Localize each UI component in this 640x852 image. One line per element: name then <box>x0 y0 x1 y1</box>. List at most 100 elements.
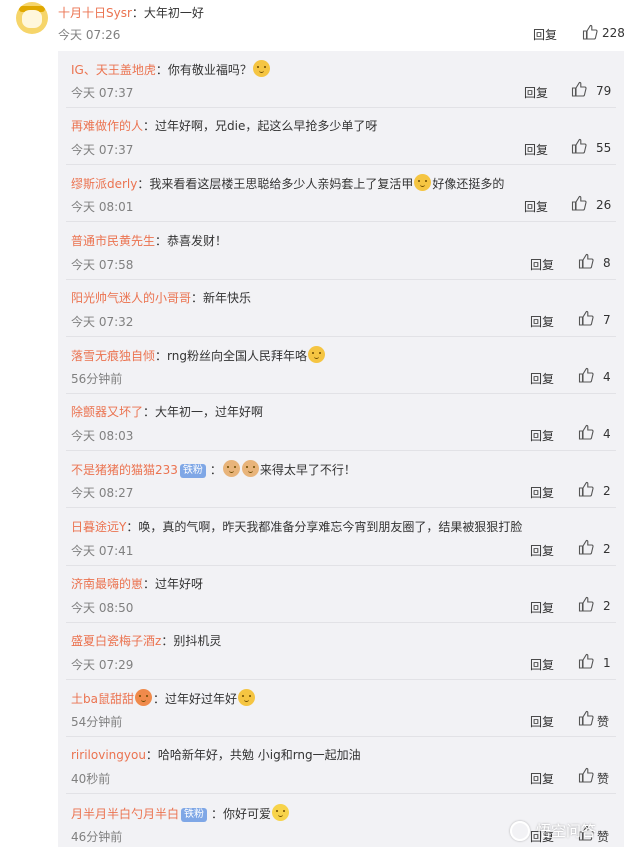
reply-text: ：过年好过年好 <box>152 692 237 706</box>
like-count: 赞 <box>597 715 610 729</box>
top-comment: 十月十日Sysr：大年初一好 今天 07:26 回复 228 <box>0 0 640 50</box>
reply-item: IG、天王盖地虎：你有敬业福吗？ 今天 07:37 回复 79 <box>58 51 624 108</box>
divider <box>66 793 616 794</box>
divider <box>66 221 616 222</box>
username-link[interactable]: 普通市民黄先生 <box>71 234 155 248</box>
reply-time: 今天 07:41 <box>71 544 134 558</box>
thumbs-up-icon[interactable] <box>578 481 594 497</box>
reply-line: 济南最嗨的崽：过年好呀 <box>71 575 203 592</box>
thumbs-up-icon[interactable] <box>578 653 594 669</box>
comment-time: 今天 07:26 <box>58 28 121 42</box>
username-link[interactable]: 缪斯派derly <box>71 177 137 191</box>
thumbs-up-icon[interactable] <box>582 24 598 40</box>
reply-text: ：rng粉丝向全国人民拜年咯 <box>155 349 307 363</box>
reply-item: 阳光帅气迷人的小哥哥：新年快乐 今天 07:32 回复 7 <box>58 280 624 337</box>
username-link[interactable]: ririlovingyou <box>71 748 146 762</box>
thumbs-up-icon[interactable] <box>571 81 587 97</box>
reply-button[interactable]: 回复 <box>530 656 554 673</box>
reply-text: ：你好可爱 <box>211 807 272 821</box>
reply-time: 今天 07:32 <box>71 315 134 329</box>
reply-button[interactable]: 回复 <box>530 256 554 273</box>
username-link[interactable]: 不是猪猪的猫猫233 <box>71 463 178 477</box>
reply-text: ：哈哈新年好，共勉 小ig和rng一起加油 <box>145 748 361 762</box>
reply-line: ririlovingyou：哈哈新年好，共勉 小ig和rng一起加油 <box>71 746 361 763</box>
reply-text: ：新年快乐 <box>191 291 252 305</box>
reply-time: 46分钟前 <box>71 830 123 844</box>
thumbs-up-icon[interactable] <box>578 539 594 555</box>
reply-line: 月半月半白勺月半白 铁粉 ：你好可爱 <box>71 804 290 822</box>
like-count: 26 <box>596 198 612 212</box>
reply-button[interactable]: 回复 <box>533 26 557 43</box>
like-count: 赞 <box>597 772 610 786</box>
top-comment-line: 十月十日Sysr：大年初一好 <box>58 4 204 21</box>
reply-button[interactable]: 回复 <box>530 484 554 501</box>
reply-button[interactable]: 回复 <box>530 427 554 444</box>
reply-button[interactable]: 回复 <box>530 713 554 730</box>
username-link[interactable]: 除颤器又坏了 <box>71 405 143 419</box>
like-count: 2 <box>603 599 611 613</box>
thumbs-up-icon[interactable] <box>578 767 594 783</box>
reply-item: 除颤器又坏了：大年初一，过年好啊 今天 08:03 回复 4 <box>58 394 624 451</box>
like-count: 8 <box>603 256 611 270</box>
thumbs-up-icon[interactable] <box>578 310 594 326</box>
reply-text: ：恭喜发财！ <box>155 234 228 248</box>
reply-line: 除颤器又坏了：大年初一，过年好啊 <box>71 403 263 420</box>
reply-button[interactable]: 回复 <box>524 198 548 215</box>
username-link[interactable]: 十月十日Sysr <box>58 6 132 20</box>
username-link[interactable]: 盛夏白瓷梅子酒z <box>71 634 161 648</box>
reply-text-continued: 好像还挺多的 <box>432 177 505 191</box>
reply-button[interactable]: 回复 <box>530 599 554 616</box>
username-link[interactable]: 土ba鼠甜甜 <box>71 692 134 706</box>
like-count: 55 <box>596 141 612 155</box>
watermark: 悟空问答 <box>510 816 640 847</box>
username-link[interactable]: 再难做作的人 <box>71 119 143 133</box>
reply-item: 再难做作的人：过年好啊，兄die，起这么早抢多少单了呀 今天 07:37 回复 55 <box>58 108 624 165</box>
reply-time: 今天 08:27 <box>71 486 134 500</box>
reply-time: 今天 08:03 <box>71 429 134 443</box>
thumbs-up-icon[interactable] <box>578 367 594 383</box>
reply-button[interactable]: 回复 <box>530 770 554 787</box>
username-link[interactable]: 日暮途远Y <box>71 520 126 534</box>
reply-item: ririlovingyou：哈哈新年好，共勉 小ig和rng一起加油 40秒前 回复… <box>58 737 624 794</box>
emoji-face-icon <box>238 689 255 706</box>
username-link[interactable]: 济南最嗨的崽 <box>71 577 143 591</box>
username-link[interactable]: 月半月半白勺月半白 <box>71 807 179 821</box>
reply-time: 54分钟前 <box>71 715 123 729</box>
emoji-blush-icon <box>272 804 290 821</box>
reply-text: ：过年好呀 <box>143 577 204 591</box>
thumbs-up-icon[interactable] <box>571 138 587 154</box>
reply-item: 落雪无痕独自倾：rng粉丝向全国人民拜年咯 56分钟前 回复 4 <box>58 337 624 394</box>
fan-badge: 铁粉 <box>179 464 206 478</box>
reply-button[interactable]: 回复 <box>530 542 554 559</box>
reply-time: 今天 07:37 <box>71 143 134 157</box>
reply-text-continued: 来得太早了不行！ <box>259 463 356 477</box>
username-link[interactable]: 落雪无痕独自倾 <box>71 349 155 363</box>
like-count: 2 <box>603 484 611 498</box>
reply-time: 今天 07:37 <box>71 86 134 100</box>
reply-line: 落雪无痕独自倾：rng粉丝向全国人民拜年咯 <box>71 346 326 364</box>
reply-line: 盛夏白瓷梅子酒z：别抖机灵 <box>71 632 221 649</box>
username-link[interactable]: IG、天王盖地虎 <box>71 63 156 77</box>
like-count: 1 <box>603 656 611 670</box>
reply-text: ：过年好啊，兄die，起这么早抢多少单了呀 <box>143 119 378 133</box>
reply-item: 缪斯派derly：我来看看这层楼王思聪给多少人亲妈套上了复活甲 好像还挺多的 今天 … <box>58 165 624 222</box>
like-count: 2 <box>603 542 611 556</box>
thumbs-up-icon[interactable] <box>578 253 594 269</box>
avatar[interactable] <box>16 2 48 34</box>
emoji-cat-icon <box>241 460 259 477</box>
reply-item: 济南最嗨的崽：过年好呀 今天 08:50 回复 2 <box>58 566 624 623</box>
thumbs-up-icon[interactable] <box>578 710 594 726</box>
emoji-face-icon <box>307 346 325 363</box>
reply-button[interactable]: 回复 <box>530 370 554 387</box>
thumbs-up-icon[interactable] <box>571 195 587 211</box>
reply-text: ：唤，真的气啊，昨天我都准备分享难忘今宵到朋友圈了，结果被狠狠打脸 <box>126 520 523 534</box>
like-count: 228 <box>602 26 625 40</box>
reply-button[interactable]: 回复 <box>524 84 548 101</box>
thumbs-up-icon[interactable] <box>578 596 594 612</box>
thumbs-up-icon[interactable] <box>578 424 594 440</box>
reply-button[interactable]: 回复 <box>524 141 548 158</box>
reply-line: IG、天王盖地虎：你有敬业福吗？ <box>71 60 271 78</box>
username-link[interactable]: 阳光帅气迷人的小哥哥 <box>71 291 191 305</box>
reply-button[interactable]: 回复 <box>530 313 554 330</box>
watermark-text: 悟空问答 <box>536 822 597 840</box>
